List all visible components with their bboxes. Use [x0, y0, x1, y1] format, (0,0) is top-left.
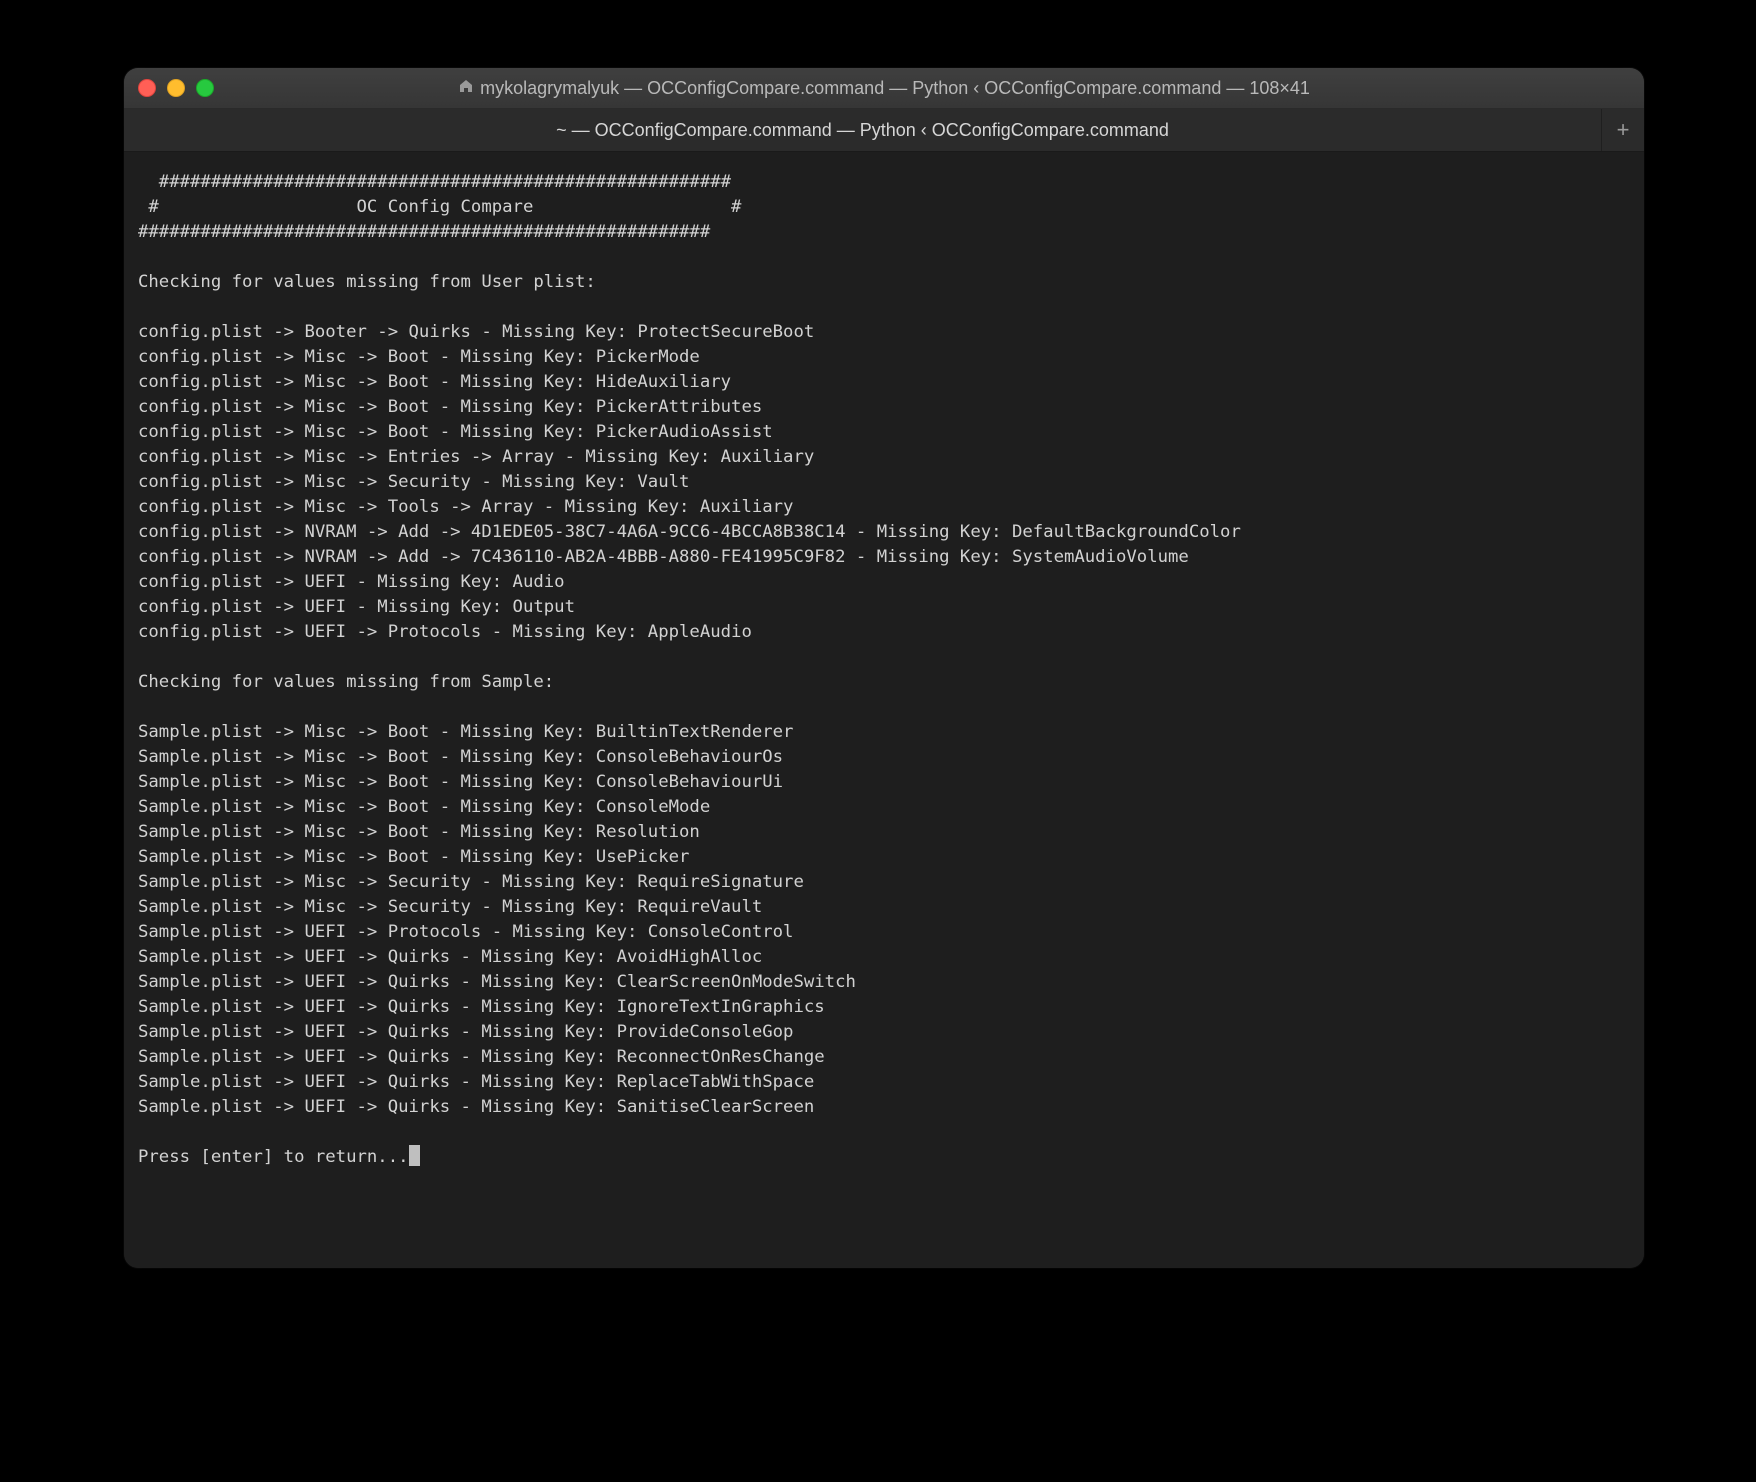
section-heading: Checking for values missing from User pl…: [138, 272, 596, 292]
traffic-lights: [138, 79, 214, 97]
new-tab-button[interactable]: +: [1602, 109, 1644, 151]
terminal-viewport[interactable]: ########################################…: [124, 152, 1644, 1268]
plus-icon: +: [1617, 117, 1630, 143]
tabbar: ~ — OCConfigCompare.command — Python ‹ O…: [124, 109, 1644, 152]
window-title-text: mykolagrymalyuk — OCConfigCompare.comman…: [480, 78, 1310, 99]
tab-label: ~ — OCConfigCompare.command — Python ‹ O…: [556, 120, 1169, 141]
titlebar: mykolagrymalyuk — OCConfigCompare.comman…: [124, 68, 1644, 109]
prompt-text: Press [enter] to return...: [138, 1147, 409, 1167]
sample-lines-block: Sample.plist -> Misc -> Boot - Missing K…: [138, 722, 856, 1117]
minimize-button[interactable]: [167, 79, 185, 97]
banner-line: # OC Config Compare #: [138, 197, 741, 217]
prompt-line: Press [enter] to return...: [138, 1147, 420, 1167]
tab-active[interactable]: ~ — OCConfigCompare.command — Python ‹ O…: [124, 109, 1602, 151]
terminal-output: ########################################…: [138, 170, 1630, 1170]
zoom-button[interactable]: [196, 79, 214, 97]
terminal-window: mykolagrymalyuk — OCConfigCompare.comman…: [124, 68, 1644, 1268]
user-lines-block: config.plist -> Booter -> Quirks - Missi…: [138, 322, 1241, 642]
window-title: mykolagrymalyuk — OCConfigCompare.comman…: [124, 78, 1644, 99]
banner-line: ########################################…: [138, 222, 710, 242]
text-cursor: [409, 1145, 420, 1166]
banner-line: ########################################…: [138, 172, 731, 192]
home-icon: [458, 78, 474, 99]
section-heading: Checking for values missing from Sample:: [138, 672, 554, 692]
close-button[interactable]: [138, 79, 156, 97]
